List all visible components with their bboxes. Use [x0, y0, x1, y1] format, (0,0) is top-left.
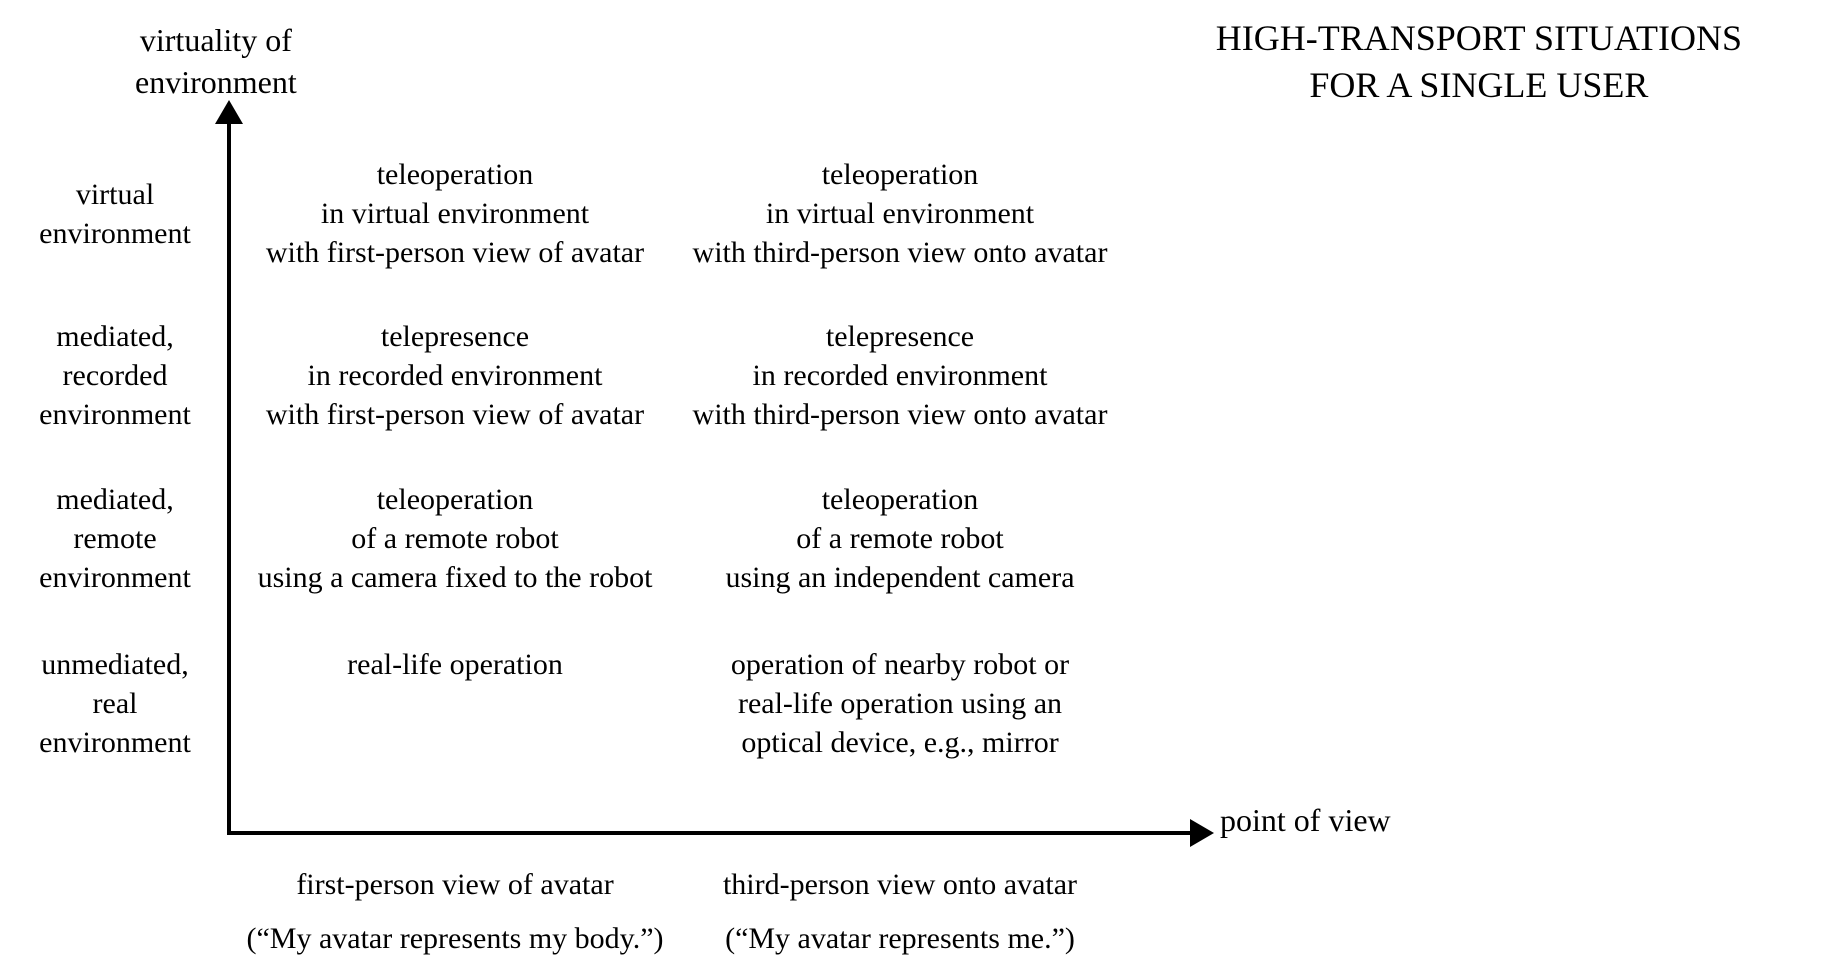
cell-r0-c0-l2: in virtual environment	[321, 197, 589, 230]
cell-r2-c0: teleoperation of a remote robot using a …	[245, 480, 665, 597]
cell-r0-c1-l3: with third-person view onto avatar	[693, 236, 1108, 269]
cell-r3-c1-l1: operation of nearby robot or	[731, 648, 1069, 681]
row2-label-l3: environment	[39, 561, 191, 594]
y-axis-arrow-icon	[215, 100, 243, 124]
row-label-2: mediated, remote environment	[10, 480, 220, 597]
x-axis-line	[227, 831, 1195, 835]
cell-r1-c0-l1: telepresence	[381, 320, 529, 353]
row1-label-l1: mediated,	[56, 320, 173, 353]
cell-r2-c1-l2: of a remote robot	[796, 522, 1003, 555]
row2-label-l2: remote	[73, 522, 156, 555]
cell-r2-c0-l1: teleoperation	[377, 483, 534, 516]
row1-label-l2: recorded	[63, 359, 168, 392]
row0-label-l1: virtual	[76, 178, 154, 211]
col-label-1: third-person view onto avatar (“My avata…	[660, 858, 1140, 966]
cell-r1-c1-l1: telepresence	[826, 320, 974, 353]
col1-label-l2: (“My avatar represents me.”)	[725, 922, 1075, 955]
y-axis-line	[227, 115, 231, 835]
cell-r1-c1: telepresence in recorded environment wit…	[660, 317, 1140, 434]
row3-label-l1: unmediated,	[41, 648, 188, 681]
cell-r2-c1: teleoperation of a remote robot using an…	[660, 480, 1140, 597]
y-axis-label-line2: environment	[135, 64, 297, 100]
cell-r0-c1-l2: in virtual environment	[766, 197, 1034, 230]
diagram-title: HIGH-TRANSPORT SITUATIONS FOR A SINGLE U…	[1216, 15, 1742, 109]
title-line1: HIGH-TRANSPORT SITUATIONS	[1216, 18, 1742, 58]
title-line2: FOR A SINGLE USER	[1309, 65, 1648, 105]
row-label-1: mediated, recorded environment	[10, 317, 220, 434]
col1-label-l1: third-person view onto avatar	[723, 868, 1077, 901]
row-label-0: virtual environment	[10, 175, 220, 253]
y-axis-label: virtuality of environment	[135, 20, 297, 103]
row3-label-l2: real	[93, 687, 138, 720]
x-axis-label: point of view	[1220, 802, 1391, 839]
col0-label-l1: first-person view of avatar	[296, 868, 613, 901]
cell-r1-c1-l3: with third-person view onto avatar	[693, 398, 1108, 431]
x-axis-arrow-icon	[1190, 819, 1214, 847]
cell-r1-c0-l2: in recorded environment	[308, 359, 603, 392]
cell-r3-c1-l3: optical device, e.g., mirror	[741, 726, 1058, 759]
cell-r2-c0-l2: of a remote robot	[351, 522, 558, 555]
cell-r3-c1: operation of nearby robot or real-life o…	[660, 645, 1140, 762]
cell-r0-c0-l1: teleoperation	[377, 158, 534, 191]
row1-label-l3: environment	[39, 398, 191, 431]
cell-r2-c1-l3: using an independent camera	[725, 561, 1074, 594]
cell-r1-c0: telepresence in recorded environment wit…	[245, 317, 665, 434]
col0-label-l2: (“My avatar represents my body.”)	[246, 922, 663, 955]
cell-r3-c0: real-life operation	[245, 645, 665, 684]
cell-r3-c1-l2: real-life operation using an	[738, 687, 1062, 720]
col-label-0: first-person view of avatar (“My avatar …	[245, 858, 665, 966]
cell-r0-c0-l3: with first-person view of avatar	[266, 236, 644, 269]
row0-label-l2: environment	[39, 217, 191, 250]
cell-r2-c1-l1: teleoperation	[822, 483, 979, 516]
row-label-3: unmediated, real environment	[10, 645, 220, 762]
cell-r3-c0-l1: real-life operation	[347, 648, 563, 681]
cell-r1-c1-l2: in recorded environment	[753, 359, 1048, 392]
row3-label-l3: environment	[39, 726, 191, 759]
cell-r0-c0: teleoperation in virtual environment wit…	[245, 155, 665, 272]
cell-r1-c0-l3: with first-person view of avatar	[266, 398, 644, 431]
y-axis-label-line1: virtuality of	[140, 22, 292, 58]
cell-r0-c1: teleoperation in virtual environment wit…	[660, 155, 1140, 272]
cell-r0-c1-l1: teleoperation	[822, 158, 979, 191]
cell-r2-c0-l3: using a camera fixed to the robot	[258, 561, 653, 594]
row2-label-l1: mediated,	[56, 483, 173, 516]
